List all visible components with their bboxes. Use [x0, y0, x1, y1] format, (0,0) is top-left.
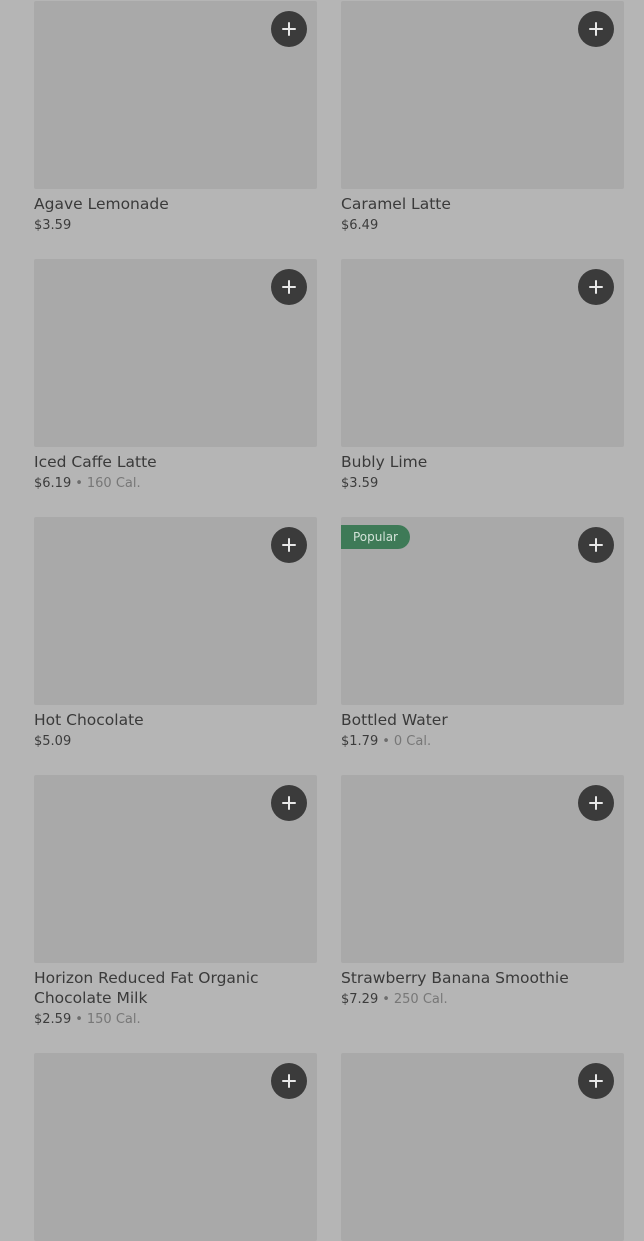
plus-icon: [282, 538, 296, 552]
popular-badge: Popular: [341, 525, 410, 549]
add-to-cart-button[interactable]: [578, 785, 614, 821]
add-to-cart-button[interactable]: [271, 11, 307, 47]
add-to-cart-button[interactable]: [578, 269, 614, 305]
item-price: $3.59: [341, 476, 379, 491]
item-price: $2.59: [34, 1012, 72, 1027]
item-name[interactable]: Bubly Lime: [341, 452, 624, 472]
item-meta: $1.79 • 0 Cal.: [341, 733, 431, 751]
add-to-cart-button[interactable]: [578, 11, 614, 47]
item-price: $5.09: [34, 734, 72, 749]
item-calories: 150 Cal.: [86, 1012, 141, 1027]
add-to-cart-button[interactable]: [578, 1063, 614, 1099]
item-meta: $6.19 • 160 Cal.: [34, 475, 141, 493]
item-calories: 250 Cal.: [393, 992, 448, 1007]
add-to-cart-button[interactable]: [271, 527, 307, 563]
plus-icon: [589, 22, 603, 36]
item-calories: 0 Cal.: [393, 734, 432, 749]
item-name[interactable]: Caramel Latte: [341, 194, 624, 214]
item-meta: $5.09: [34, 733, 71, 751]
plus-icon: [282, 796, 296, 810]
plus-icon: [589, 280, 603, 294]
item-name[interactable]: Horizon Reduced Fat Organic Chocolate Mi…: [34, 968, 317, 1008]
item-calories: 160 Cal.: [86, 476, 141, 491]
item-meta: $3.59: [341, 475, 378, 493]
add-to-cart-button[interactable]: [271, 1063, 307, 1099]
item-meta: $6.49: [341, 217, 378, 235]
plus-icon: [589, 796, 603, 810]
item-meta: $7.29 • 250 Cal.: [341, 991, 448, 1009]
plus-icon: [589, 538, 603, 552]
item-name[interactable]: Bottled Water: [341, 710, 624, 730]
add-to-cart-button[interactable]: [271, 785, 307, 821]
meta-separator: •: [382, 734, 390, 749]
item-price: $3.59: [34, 218, 72, 233]
item-price: $7.29: [341, 992, 379, 1007]
item-name[interactable]: Hot Chocolate: [34, 710, 317, 730]
item-name[interactable]: Strawberry Banana Smoothie: [341, 968, 624, 988]
item-name[interactable]: Agave Lemonade: [34, 194, 317, 214]
item-price: $6.49: [341, 218, 379, 233]
meta-separator: •: [75, 1012, 83, 1027]
item-price: $1.79: [341, 734, 379, 749]
meta-separator: •: [75, 476, 83, 491]
plus-icon: [282, 1074, 296, 1088]
plus-icon: [282, 280, 296, 294]
item-price: $6.19: [34, 476, 72, 491]
plus-icon: [282, 22, 296, 36]
item-meta: $2.59 • 150 Cal.: [34, 1011, 141, 1029]
meta-separator: •: [382, 992, 390, 1007]
add-to-cart-button[interactable]: [578, 527, 614, 563]
item-meta: $3.59: [34, 217, 71, 235]
item-name[interactable]: Iced Caffe Latte: [34, 452, 317, 472]
add-to-cart-button[interactable]: [271, 269, 307, 305]
plus-icon: [589, 1074, 603, 1088]
